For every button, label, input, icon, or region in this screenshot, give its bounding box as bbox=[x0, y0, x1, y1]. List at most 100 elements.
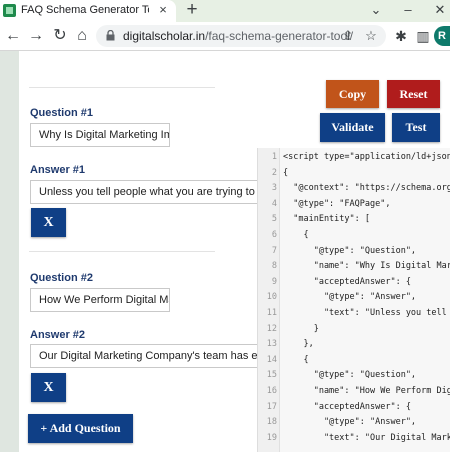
code-text: "@type": "Question", bbox=[283, 245, 417, 256]
answer-input[interactable]: Our Digital Marketing Company's team has… bbox=[30, 344, 270, 368]
code-line: 8 "name": "Why Is Digital Mark bbox=[258, 259, 450, 275]
site-favicon-icon bbox=[3, 4, 16, 17]
line-number: 3 bbox=[271, 183, 277, 194]
url-domain: digitalscholar.in bbox=[123, 29, 206, 43]
code-text: "name": "How We Perform Dig bbox=[283, 386, 450, 396]
profile-avatar[interactable]: R bbox=[434, 26, 450, 46]
code-line: 2{ bbox=[258, 166, 450, 182]
code-line: 3 "@context": "https://schema.org bbox=[258, 181, 450, 197]
bookmark-star-icon[interactable]: ☆ bbox=[363, 28, 379, 44]
share-icon[interactable]: ⇪ bbox=[340, 28, 356, 44]
code-text: "text": "Unless you tell p bbox=[283, 308, 450, 318]
code-line: 16 "name": "How We Perform Dig bbox=[258, 384, 450, 400]
code-line: 14 { bbox=[258, 353, 450, 369]
minimize-icon[interactable]: – bbox=[400, 2, 416, 18]
code-line: 13 }, bbox=[258, 337, 450, 353]
answer-input[interactable]: Unless you tell people what you are tryi… bbox=[30, 180, 270, 204]
code-text: "acceptedAnswer": { bbox=[283, 276, 411, 287]
browser-toolbar: ← → ↻ ⌂ digitalscholar.in/faq-schema-gen… bbox=[0, 22, 450, 51]
close-tab-icon[interactable]: × bbox=[155, 2, 171, 18]
code-text: } bbox=[283, 323, 319, 334]
line-number: 16 bbox=[266, 386, 277, 396]
browser-tab[interactable]: FAQ Schema Generator Tool - FA × bbox=[0, 0, 176, 22]
page-content: Copy Reset Validate Test Question #1 Why… bbox=[19, 51, 450, 452]
add-question-button[interactable]: + Add Question bbox=[28, 414, 133, 443]
code-text: "@type": "Question", bbox=[283, 370, 417, 381]
code-text: "@context": "https://schema.org bbox=[283, 183, 450, 194]
copy-button[interactable]: Copy bbox=[326, 80, 379, 108]
home-icon[interactable]: ⌂ bbox=[73, 27, 91, 45]
code-line: 10 "@type": "Answer", bbox=[258, 290, 450, 306]
code-line: 5 "mainEntity": [ bbox=[258, 212, 450, 228]
question-input[interactable]: How We Perform Digital Mar bbox=[30, 288, 170, 312]
question-input[interactable]: Why Is Digital Marketing Imp bbox=[30, 123, 170, 147]
line-number: 12 bbox=[266, 323, 277, 334]
question-label: Question #2 bbox=[30, 272, 93, 284]
line-number: 18 bbox=[266, 417, 277, 428]
remove-question-button[interactable]: X bbox=[31, 373, 66, 402]
validate-button[interactable]: Validate bbox=[320, 113, 385, 142]
line-number: 13 bbox=[266, 339, 277, 350]
url-path: /faq-schema-generator-tool/ bbox=[205, 29, 354, 43]
divider bbox=[29, 87, 215, 88]
line-number: 10 bbox=[266, 292, 277, 303]
line-number: 15 bbox=[266, 370, 277, 381]
remove-question-button[interactable]: X bbox=[31, 208, 66, 237]
tab-strip: FAQ Schema Generator Tool - FA × + ⌄ – ✕ bbox=[0, 0, 450, 22]
reset-button[interactable]: Reset bbox=[387, 80, 440, 108]
forward-icon[interactable]: → bbox=[27, 27, 45, 45]
code-text: <script type="application/ld+json bbox=[283, 152, 450, 162]
code-line: 15 "@type": "Question", bbox=[258, 368, 450, 384]
code-line: 17 "acceptedAnswer": { bbox=[258, 400, 450, 416]
code-line: 7 "@type": "Question", bbox=[258, 244, 450, 260]
code-line: 18 "@type": "Answer", bbox=[258, 415, 450, 431]
line-number: 1 bbox=[271, 152, 277, 162]
code-text: "@type": "Answer", bbox=[283, 292, 417, 303]
line-number: 6 bbox=[271, 230, 277, 240]
code-line: 19 "text": "Our Digital Marke bbox=[258, 431, 450, 447]
back-icon[interactable]: ← bbox=[4, 27, 22, 45]
code-text: "@type": "Answer", bbox=[283, 417, 417, 428]
code-text: { bbox=[283, 230, 309, 240]
address-bar[interactable]: digitalscholar.in/faq-schema-generator-t… bbox=[96, 25, 386, 47]
line-number: 9 bbox=[271, 276, 277, 287]
line-number: 17 bbox=[266, 401, 277, 412]
code-line: 6 { bbox=[258, 228, 450, 244]
test-button[interactable]: Test bbox=[392, 113, 440, 142]
code-text: "acceptedAnswer": { bbox=[283, 401, 411, 412]
url-text: digitalscholar.in/faq-schema-generator-t… bbox=[123, 29, 353, 43]
code-editor[interactable]: 1 <script type="application/ld+json 2{3 "@… bbox=[257, 148, 450, 452]
code-line: 1 <script type="application/ld+json bbox=[258, 150, 450, 166]
code-line: 11 "text": "Unless you tell p bbox=[258, 306, 450, 322]
line-number: 8 bbox=[271, 261, 277, 272]
new-tab-icon[interactable]: + bbox=[182, 0, 202, 20]
window-close-icon[interactable]: ✕ bbox=[432, 2, 448, 18]
side-panel-icon[interactable]: ▥ bbox=[414, 27, 432, 45]
line-number: 5 bbox=[271, 214, 277, 225]
line-number: 19 bbox=[266, 432, 277, 443]
question-label: Question #1 bbox=[30, 107, 93, 119]
extensions-icon[interactable]: ✱ bbox=[392, 27, 410, 45]
code-text: "text": "Our Digital Marke bbox=[283, 432, 450, 443]
code-text: { bbox=[283, 354, 309, 365]
answer-label: Answer #1 bbox=[30, 164, 86, 176]
tab-title: FAQ Schema Generator Tool - FA bbox=[21, 4, 149, 16]
divider bbox=[29, 251, 215, 252]
code-line: 9 "acceptedAnswer": { bbox=[258, 275, 450, 291]
line-number: 14 bbox=[266, 354, 277, 365]
line-number: 11 bbox=[266, 308, 277, 318]
code-text: "@type": "FAQPage", bbox=[283, 198, 391, 209]
code-line: 12 } bbox=[258, 322, 450, 338]
answer-label: Answer #2 bbox=[30, 329, 86, 341]
chevron-down-icon[interactable]: ⌄ bbox=[368, 2, 384, 18]
code-text: { bbox=[283, 167, 289, 178]
code-text: "mainEntity": [ bbox=[283, 214, 370, 225]
reload-icon[interactable]: ↻ bbox=[51, 27, 69, 45]
line-number: 7 bbox=[271, 245, 277, 256]
code-text: }, bbox=[283, 339, 314, 350]
code-text: "name": "Why Is Digital Mark bbox=[283, 261, 450, 272]
line-number: 2 bbox=[271, 167, 277, 178]
lock-icon bbox=[106, 30, 115, 41]
code-line: 4 "@type": "FAQPage", bbox=[258, 197, 450, 213]
line-number: 4 bbox=[271, 198, 277, 209]
